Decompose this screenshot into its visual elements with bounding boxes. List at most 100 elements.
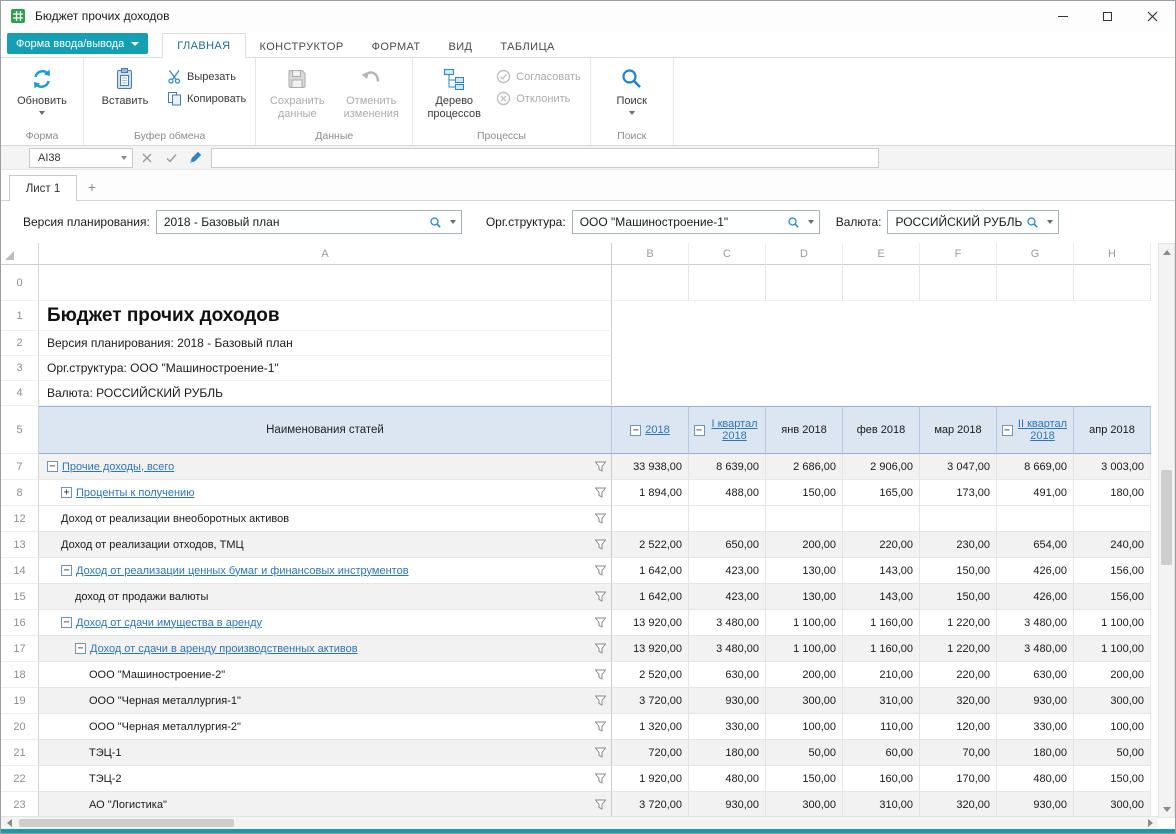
value-cell[interactable]: 630,00 <box>689 662 766 688</box>
value-cell[interactable]: 220,00 <box>843 532 920 558</box>
value-cell[interactable]: 1 220,00 <box>920 610 997 636</box>
value-cell[interactable]: 173,00 <box>920 480 997 506</box>
collapse-toggle-icon[interactable]: − <box>61 565 72 576</box>
cell[interactable] <box>1074 381 1151 406</box>
filter-funnel-icon[interactable] <box>595 773 606 784</box>
value-cell[interactable]: 240,00 <box>1074 532 1151 558</box>
row-number[interactable]: 0 <box>1 265 39 301</box>
chevron-down-icon[interactable] <box>803 211 819 233</box>
tab-vid[interactable]: ВИД <box>435 35 487 58</box>
value-cell[interactable]: 13 920,00 <box>612 636 689 662</box>
value-cell[interactable]: 650,00 <box>689 532 766 558</box>
value-cell[interactable] <box>920 506 997 532</box>
value-cell[interactable]: 110,00 <box>843 714 920 740</box>
item-name-cell[interactable]: ООО "Машиностроение-2" <box>39 662 612 688</box>
value-cell[interactable]: 1 220,00 <box>920 636 997 662</box>
undo-changes-button[interactable]: Отменить изменения <box>335 60 407 121</box>
row-number[interactable]: 3 <box>1 356 39 381</box>
collapse-toggle-icon[interactable]: − <box>75 643 86 654</box>
value-cell[interactable]: 180,00 <box>689 740 766 766</box>
collapse-toggle-icon[interactable]: − <box>694 425 705 436</box>
row-number[interactable]: 22 <box>1 766 39 792</box>
select-all-corner[interactable] <box>1 243 39 265</box>
header-period-label[interactable]: 2018 <box>645 424 669 436</box>
cell[interactable] <box>920 265 997 301</box>
horizontal-scroll-track[interactable] <box>17 817 1142 829</box>
item-name-cell[interactable]: −Доход от сдачи в аренду производственны… <box>39 636 612 662</box>
filter-funnel-icon[interactable] <box>595 461 606 472</box>
value-cell[interactable]: 230,00 <box>920 532 997 558</box>
value-cell[interactable]: 50,00 <box>766 740 843 766</box>
filter-funnel-icon[interactable] <box>595 721 606 732</box>
planning-version-combo[interactable]: 2018 - Базовый план <box>156 210 462 234</box>
column-letter[interactable]: F <box>920 243 997 265</box>
row-number[interactable]: 1 <box>1 301 39 331</box>
cell[interactable] <box>843 381 920 406</box>
value-cell[interactable]: 143,00 <box>843 558 920 584</box>
value-cell[interactable]: 8 639,00 <box>689 454 766 480</box>
vertical-scroll-track[interactable] <box>1159 260 1174 801</box>
value-cell[interactable]: 200,00 <box>766 532 843 558</box>
filter-funnel-icon[interactable] <box>595 799 606 810</box>
value-cell[interactable]: 1 100,00 <box>1074 610 1151 636</box>
value-cell[interactable]: 1 920,00 <box>612 766 689 792</box>
row-number[interactable]: 14 <box>1 558 39 584</box>
value-cell[interactable]: 3 480,00 <box>997 636 1074 662</box>
add-sheet-button[interactable]: + <box>77 174 107 200</box>
column-letter[interactable]: A <box>39 243 612 265</box>
filter-funnel-icon[interactable] <box>595 539 606 550</box>
value-cell[interactable]: 60,00 <box>843 740 920 766</box>
minimize-button[interactable] <box>1040 1 1085 31</box>
value-cell[interactable]: 1 320,00 <box>612 714 689 740</box>
collapse-toggle-icon[interactable]: − <box>1002 425 1013 436</box>
chevron-down-icon[interactable] <box>445 211 461 233</box>
header-period-cell[interactable]: апр 2018 <box>1074 406 1151 454</box>
value-cell[interactable] <box>612 506 689 532</box>
item-name-cell[interactable]: −Доход от сдачи имущества в аренду <box>39 610 612 636</box>
value-cell[interactable]: 310,00 <box>843 688 920 714</box>
header-period-cell[interactable]: −II квартал 2018 <box>997 406 1074 454</box>
filter-funnel-icon[interactable] <box>595 565 606 576</box>
filter-funnel-icon[interactable] <box>595 591 606 602</box>
value-cell[interactable]: 3 480,00 <box>689 636 766 662</box>
item-name-cell[interactable]: Доход от реализации внеоборотных активов <box>39 506 612 532</box>
cell[interactable] <box>612 331 689 356</box>
row-number[interactable]: 8 <box>1 480 39 506</box>
value-cell[interactable]: 156,00 <box>1074 558 1151 584</box>
value-cell[interactable]: 491,00 <box>997 480 1074 506</box>
value-cell[interactable]: 330,00 <box>689 714 766 740</box>
value-cell[interactable]: 143,00 <box>843 584 920 610</box>
item-name-cell[interactable]: −Доход от реализации ценных бумаг и фина… <box>39 558 612 584</box>
row-number[interactable]: 20 <box>1 714 39 740</box>
item-name-cell[interactable]: −Прочие доходы, всего <box>39 454 612 480</box>
chevron-down-icon[interactable] <box>1042 211 1058 233</box>
cell[interactable] <box>1074 265 1151 301</box>
cell[interactable] <box>1074 331 1151 356</box>
item-name[interactable]: Доход от сдачи в аренду производственных… <box>90 643 358 655</box>
confirm-entry-button[interactable] <box>161 148 181 168</box>
value-cell[interactable]: 1 100,00 <box>766 610 843 636</box>
value-cell[interactable]: 2 686,00 <box>766 454 843 480</box>
cell[interactable] <box>766 356 843 381</box>
header-names-cell[interactable]: Наименования статей <box>39 406 612 454</box>
cell[interactable] <box>766 301 843 331</box>
value-cell[interactable]: 1 642,00 <box>612 584 689 610</box>
cell[interactable] <box>612 301 689 331</box>
cell[interactable] <box>920 381 997 406</box>
row-number[interactable]: 16 <box>1 610 39 636</box>
value-cell[interactable] <box>843 506 920 532</box>
row-number[interactable]: 15 <box>1 584 39 610</box>
value-cell[interactable]: 480,00 <box>689 766 766 792</box>
search-icon[interactable] <box>1026 216 1039 229</box>
filter-funnel-icon[interactable] <box>595 643 606 654</box>
value-cell[interactable]: 3 480,00 <box>997 610 1074 636</box>
value-cell[interactable]: 180,00 <box>1074 480 1151 506</box>
cell[interactable] <box>843 301 920 331</box>
scroll-left-button[interactable] <box>1 817 17 829</box>
value-cell[interactable]: 1 642,00 <box>612 558 689 584</box>
cell[interactable] <box>612 356 689 381</box>
scroll-down-button[interactable] <box>1159 801 1174 817</box>
value-cell[interactable]: 300,00 <box>1074 688 1151 714</box>
cell[interactable] <box>997 301 1074 331</box>
row-number[interactable]: 2 <box>1 331 39 356</box>
